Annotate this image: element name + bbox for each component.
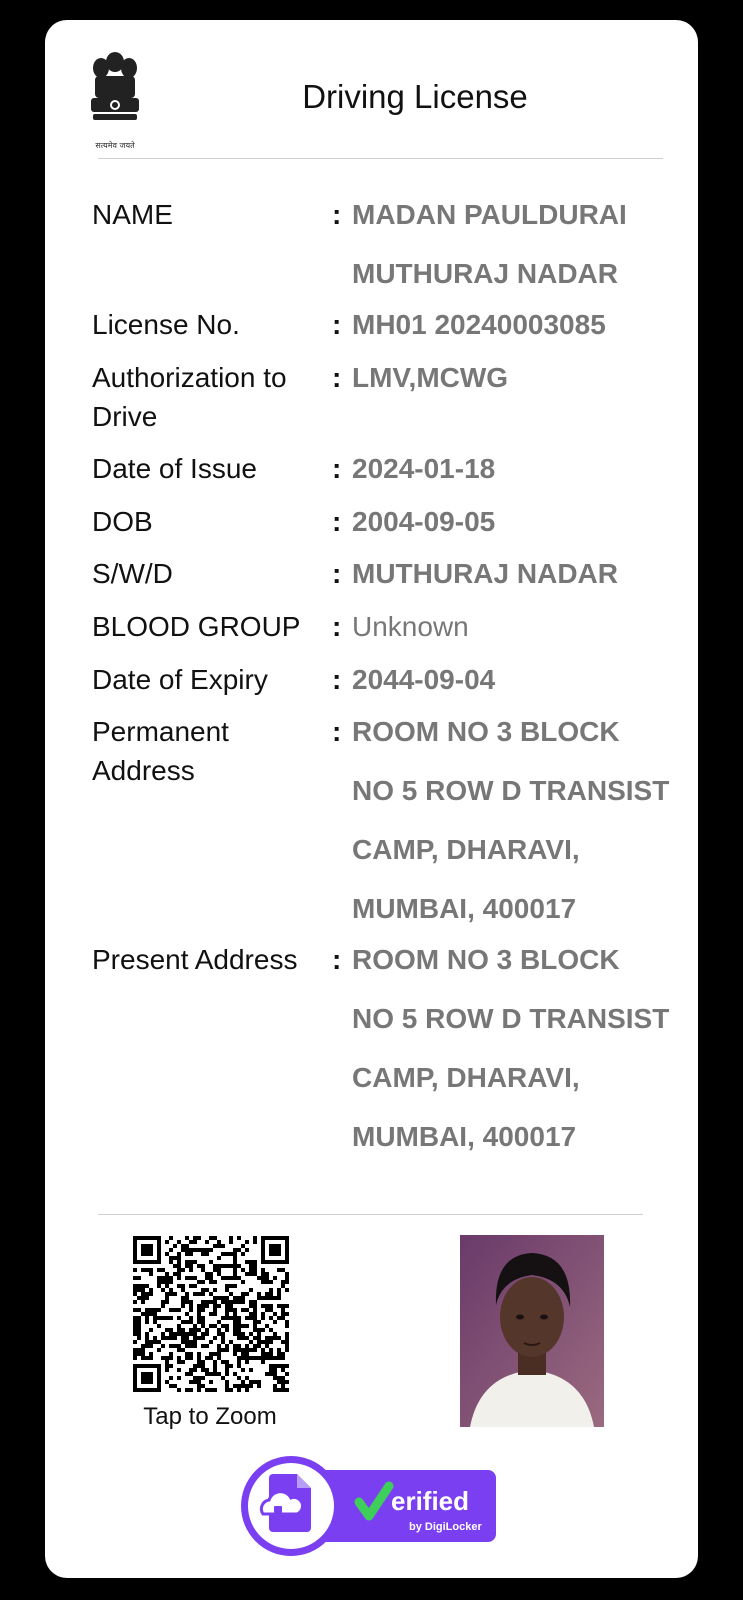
field-value: ROOM NO 3 BLOCK NO 5 ROW D TRANSIST CAMP… xyxy=(352,944,670,1152)
field-label: Permanent Address xyxy=(92,716,229,786)
digilocker-verified-icon: erified by DigiLocker xyxy=(241,1452,501,1562)
field-colon: : xyxy=(332,664,342,695)
field-colon: : xyxy=(332,362,342,393)
field-label: Date of Issue xyxy=(92,453,257,484)
field-value: MH01 20240003085 xyxy=(352,309,606,340)
emblem-caption: सत्यमेव जयते xyxy=(95,141,135,150)
field-value: MADAN PAULDURAI MUTHURAJ NADAR xyxy=(352,199,627,289)
field-label: DOB xyxy=(92,506,153,537)
verified-subtext: by DigiLocker xyxy=(409,1521,482,1533)
field-label: Present Address xyxy=(92,944,298,975)
field-colon: : xyxy=(332,309,342,340)
field-value: 2004-09-05 xyxy=(352,506,496,537)
page-title: Driving License xyxy=(302,78,528,115)
field-label: Date of Expiry xyxy=(92,664,268,695)
field-colon: : xyxy=(332,199,342,230)
qr-code-icon[interactable] xyxy=(133,1236,289,1392)
field-value: ROOM NO 3 BLOCK NO 5 ROW D TRANSIST CAMP… xyxy=(352,716,670,924)
verified-text: erified xyxy=(391,1486,469,1516)
field-label: License No. xyxy=(92,309,240,340)
field-colon: : xyxy=(332,506,342,537)
field-label: S/W/D xyxy=(92,558,173,589)
field-colon: : xyxy=(332,611,342,642)
field-label: BLOOD GROUP xyxy=(92,611,301,642)
field-value: 2024-01-18 xyxy=(352,453,496,484)
field-label: NAME xyxy=(92,199,173,230)
national-emblem-icon: सत्यमेव जयते xyxy=(87,50,143,152)
field-colon: : xyxy=(332,558,342,589)
field-colon: : xyxy=(332,716,342,747)
header-divider xyxy=(98,158,663,159)
field-label: Authorization to Drive xyxy=(92,362,287,432)
field-colon: : xyxy=(332,944,342,975)
tap-to-zoom-label[interactable]: Tap to Zoom xyxy=(105,1403,315,1431)
field-value: 2044-09-04 xyxy=(352,664,496,695)
footer-divider xyxy=(98,1214,643,1215)
license-photo xyxy=(460,1235,604,1427)
field-colon: : xyxy=(332,453,342,484)
field-value: LMV,MCWG xyxy=(352,362,509,393)
field-value: MUTHURAJ NADAR xyxy=(352,558,618,589)
license-card: सत्यमेव जयते Driving License NAME : MADA… xyxy=(45,20,698,1578)
field-value: Unknown xyxy=(352,611,469,642)
